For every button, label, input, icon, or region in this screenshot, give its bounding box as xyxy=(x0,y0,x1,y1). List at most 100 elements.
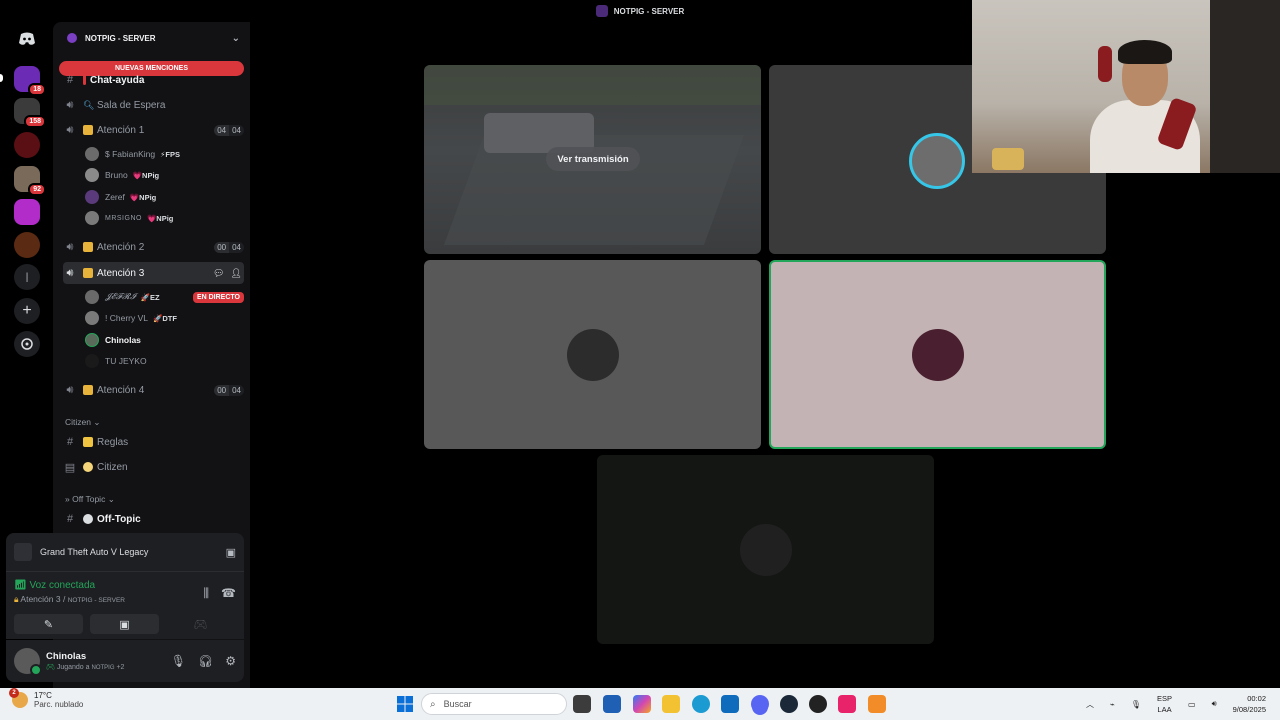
server-4-icon[interactable]: 92 xyxy=(14,166,46,196)
user-panel: Chinolas 🎮︎ Jugando a NOTPIG +2 🎙︎ 🎧︎ ⚙ xyxy=(6,640,244,682)
chevron-down-icon: ⌄ xyxy=(231,32,240,44)
participant-tile-speaking[interactable] xyxy=(769,260,1106,449)
avatar xyxy=(911,328,964,381)
voice-user[interactable]: TU JEYKO xyxy=(85,351,244,371)
taskbar-search[interactable]: ⌕ Buscar xyxy=(421,693,567,715)
user-name: TU JEYKO xyxy=(105,356,147,366)
edge-icon[interactable] xyxy=(692,695,710,713)
lock-icon xyxy=(83,125,93,135)
speaker-icon: 🔊︎ xyxy=(66,98,74,111)
microphone-icon[interactable]: 🎙︎ xyxy=(1131,700,1141,709)
live-badge: EN DIRECTO xyxy=(192,291,244,303)
explore-icon[interactable] xyxy=(14,331,40,357)
voice-user[interactable]: ! Cherry VL 🚀DTF xyxy=(85,308,244,328)
noise-suppression-icon[interactable]: ⫼ xyxy=(204,586,210,601)
copilot-icon[interactable] xyxy=(633,695,651,713)
server-6-icon[interactable] xyxy=(14,232,40,258)
chevron-up-icon[interactable]: ︿ xyxy=(1086,699,1094,710)
activities-button[interactable]: 🎮︎ xyxy=(166,614,235,634)
windows-start-icon[interactable] xyxy=(396,695,414,713)
language-indicator[interactable]: ESP LAA xyxy=(1157,693,1172,715)
server-header[interactable]: NOTPIG - SERVER ⌄ xyxy=(53,22,250,54)
user-name: Zeref xyxy=(105,192,125,202)
avatar xyxy=(566,328,619,381)
disconnect-icon[interactable]: ☎ xyxy=(221,586,236,601)
voice-user[interactable]: Bruno 💗NPig xyxy=(85,165,244,185)
stream-tile[interactable]: Ver transmisión xyxy=(424,65,761,254)
game-name: Grand Theft Auto V Legacy xyxy=(40,547,149,557)
forum-icon: ▤ xyxy=(64,461,76,474)
server-folder-icon[interactable]: | xyxy=(14,264,40,290)
discord-home-icon[interactable] xyxy=(14,26,40,52)
voice-user[interactable]: $ FabianKing ⚡FPS xyxy=(85,144,244,164)
server-name: NOTPIG - SERVER xyxy=(85,33,156,43)
category-off-topic[interactable]: » Off Topic ⌄ xyxy=(65,494,115,505)
speaking-avatar xyxy=(909,133,965,189)
tiktok-icon[interactable] xyxy=(838,695,856,713)
server-5-icon[interactable] xyxy=(14,199,40,225)
voice-buttons: ✎ ▣ 🎮︎ xyxy=(14,614,235,634)
weather-widget[interactable]: 2 17°C Parc. nublado xyxy=(9,688,83,709)
user-tag: 💗NPig xyxy=(146,213,174,223)
voice-status-label: Voz conectada xyxy=(29,580,96,591)
channel-atencion-1[interactable]: 🔊︎ Atención 1 04 04 xyxy=(63,119,244,141)
activity-panel: Grand Theft Auto V Legacy ▣ xyxy=(6,533,244,571)
weather-temp: 17°C xyxy=(34,691,52,700)
channel-reglas[interactable]: # Reglas xyxy=(63,431,244,453)
avatar xyxy=(739,523,792,576)
store-icon[interactable] xyxy=(603,695,621,713)
steam-icon[interactable] xyxy=(780,695,798,713)
channel-sala-de-espera[interactable]: 🔊︎ 🔍︎ Sala de Espera xyxy=(63,94,244,116)
gear-icon[interactable]: ⚙ xyxy=(225,654,236,668)
channel-chat-ayuda[interactable]: # Chat-ayuda xyxy=(63,69,244,91)
voice-user[interactable]: Zeref 💗NPig xyxy=(85,187,244,207)
channel-label: Citizen xyxy=(97,461,128,473)
obs-icon[interactable] xyxy=(809,695,827,713)
outlook-icon[interactable] xyxy=(721,695,739,713)
user-tag: ⚡FPS xyxy=(160,149,180,159)
volume-icon[interactable]: 🔊︎ xyxy=(1212,699,1217,709)
camera-off-button[interactable]: ✎ xyxy=(14,614,83,634)
channel-citizen[interactable]: ▤ Citizen xyxy=(63,456,244,478)
voice-user[interactable]: 𝓙𝓔𝓕𝓡𝓘 🚀EZ EN DIRECTO xyxy=(85,287,244,307)
network-icon[interactable]: ⌁ xyxy=(1110,700,1115,709)
user-tag: 🚀DTF xyxy=(153,313,177,323)
screen-share-icon[interactable]: ▣ xyxy=(226,546,236,559)
voice-user[interactable]: MRSIGNO 💗NPig xyxy=(85,208,244,228)
channel-atencion-4[interactable]: 🔊︎ Atención 4 00 04 xyxy=(63,379,244,401)
server-2-icon[interactable]: 158 xyxy=(14,98,46,128)
watch-stream-button[interactable]: Ver transmisión xyxy=(546,147,640,171)
participant-tile[interactable] xyxy=(597,455,934,644)
server-3-icon[interactable] xyxy=(14,132,40,158)
channel-atencion-2[interactable]: 🔊︎ Atención 2 00 04 xyxy=(63,236,244,258)
avatar xyxy=(85,354,99,368)
category-citizen[interactable]: Citizen ⌄ xyxy=(65,417,100,428)
microphone-icon[interactable]: 🎙︎ xyxy=(171,654,186,668)
speech-bubble-icon xyxy=(83,514,93,524)
headphones-icon[interactable]: 🎧︎ xyxy=(198,654,213,668)
server-notpig-icon[interactable]: 18 xyxy=(14,66,46,96)
invite-user-icon[interactable]: 👤︎ xyxy=(231,268,242,279)
display-icon[interactable]: ▭ xyxy=(1188,700,1196,709)
channel-atencion-3[interactable]: 🔊︎ Atención 3 💬︎ 👤︎ xyxy=(63,262,244,284)
participant-tile[interactable] xyxy=(424,260,761,449)
add-server-icon[interactable]: + xyxy=(14,298,40,324)
user-info[interactable]: Chinolas 🎮︎ Jugando a NOTPIG +2 xyxy=(46,651,171,671)
discord-taskbar-icon[interactable] xyxy=(751,695,769,713)
screen-share-button[interactable]: ▣ xyxy=(90,614,159,634)
channel-label: Atención 2 xyxy=(97,241,145,253)
chat-bubble-icon[interactable]: 💬︎ xyxy=(213,268,224,279)
app-icon[interactable] xyxy=(868,695,886,713)
lock-icon xyxy=(83,385,93,395)
file-explorer-icon[interactable] xyxy=(662,695,680,713)
task-view-icon[interactable] xyxy=(573,695,591,713)
activity-extra: +2 xyxy=(116,664,125,671)
clock[interactable]: 00:02 9/08/2025 xyxy=(1233,693,1266,715)
lock-icon xyxy=(83,268,93,278)
avatar[interactable] xyxy=(14,648,42,676)
channel-off-topic[interactable]: # Off-Topic xyxy=(63,508,244,530)
signal-icon: 📶︎ xyxy=(14,580,30,591)
webcam-lamp xyxy=(1098,46,1112,82)
voice-user-self[interactable]: Chinolas xyxy=(85,330,244,350)
hash-icon: # xyxy=(66,436,74,448)
